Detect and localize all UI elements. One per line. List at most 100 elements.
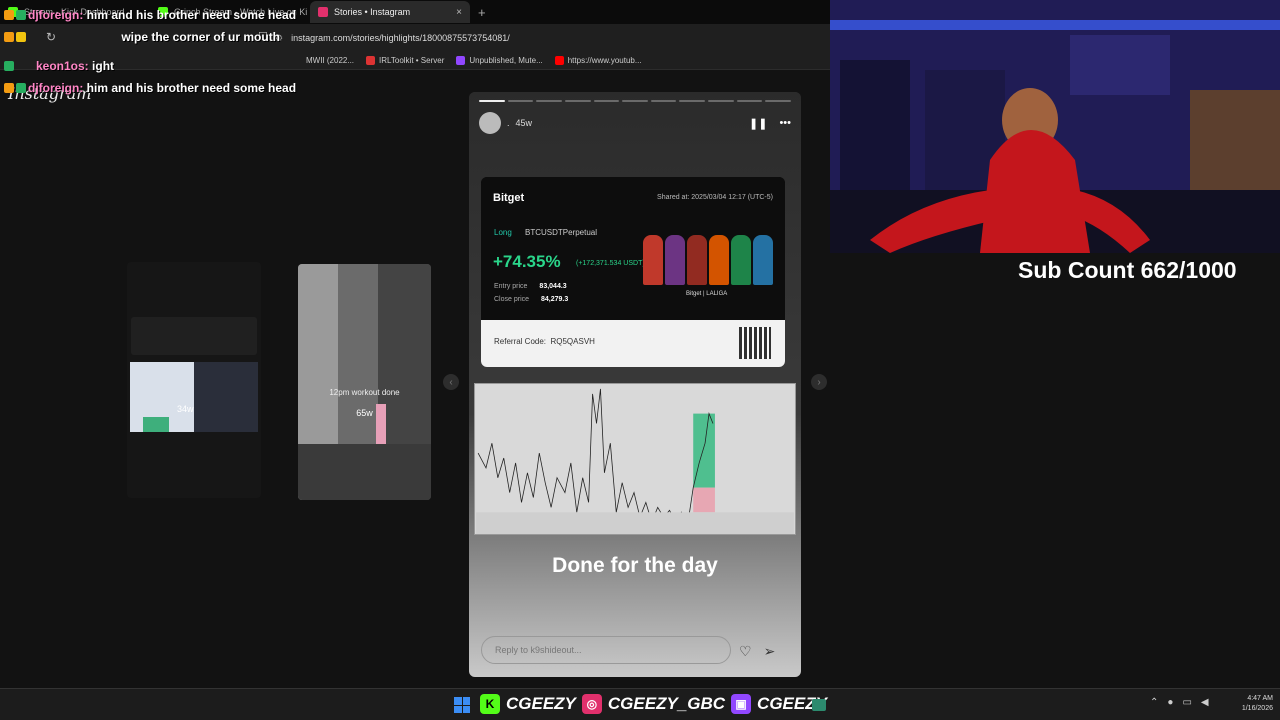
roi-percent: +74.35% bbox=[493, 252, 561, 271]
progress-segment bbox=[650, 100, 677, 102]
tweet-preview bbox=[131, 317, 257, 355]
referral-label: Referral Code: RQ5QASVH bbox=[494, 337, 595, 346]
next-story-button[interactable]: › bbox=[811, 374, 827, 390]
reply-input[interactable]: Reply to k9shideout... bbox=[481, 636, 731, 664]
microphone-icon[interactable]: ● bbox=[1167, 697, 1173, 708]
chat-text: ight bbox=[92, 59, 115, 73]
progress-segment bbox=[736, 100, 763, 102]
system-clock[interactable]: 4:47 AM 1/16/2026 bbox=[1228, 694, 1273, 714]
crown-badge-icon bbox=[4, 10, 14, 20]
app-icon[interactable] bbox=[812, 699, 826, 711]
players-graphic bbox=[643, 235, 773, 285]
chat-overlay: djforeign: him and his brother need some… bbox=[4, 7, 334, 102]
more-options-icon[interactable]: ••• bbox=[779, 117, 791, 130]
bitget-logo: Bitget bbox=[493, 192, 525, 204]
chat-message: keon1os: ight bbox=[4, 58, 334, 75]
bookmark-unpublished[interactable]: Unpublished, Mute... bbox=[450, 56, 548, 65]
tab-label: Stories • Instagram bbox=[334, 7, 411, 17]
story-viewer[interactable]: . 45w ❚❚ ••• Bitget Shared at: 2025/03/0… bbox=[469, 92, 801, 677]
system-tray: ⌃ ● ▭ ◀ bbox=[1150, 697, 1209, 708]
entry-price-label: Entry price bbox=[494, 283, 528, 290]
youtube-icon bbox=[554, 56, 564, 65]
clock-time: 4:47 AM bbox=[1247, 695, 1273, 702]
led-strip bbox=[830, 20, 1280, 30]
side-story-left[interactable]: 34w bbox=[127, 262, 261, 498]
crown-badge-icon bbox=[4, 32, 14, 42]
volume-icon[interactable]: ◀ bbox=[1201, 697, 1209, 708]
progress-segment bbox=[679, 100, 706, 102]
progress-segment bbox=[708, 100, 734, 102]
chart-footer bbox=[476, 512, 794, 534]
progress-segment bbox=[536, 100, 562, 102]
screen: Stream - Kick Dashboard Grinch Stream - … bbox=[0, 0, 1280, 720]
gym-floor bbox=[298, 444, 431, 500]
url-field[interactable]: ⚙ instagram.com/stories/highlights/18000… bbox=[275, 29, 825, 47]
instagram-handle: CGEEZY_GBC bbox=[607, 694, 726, 713]
bitget-trade-card: Bitget Shared at: 2025/03/04 12:17 (UTC-… bbox=[481, 177, 785, 367]
chart-bar-preview bbox=[143, 417, 169, 432]
story-age: 65w bbox=[356, 408, 373, 418]
social-handles: K CGEEZY ◎ CGEEZY_GBC ▣ CGEEZY bbox=[480, 694, 827, 714]
progress-segment bbox=[507, 100, 534, 102]
close-price-value: 84,279.3 bbox=[540, 296, 569, 303]
loss-zone bbox=[693, 487, 715, 513]
entry-price-value: 83,044.3 bbox=[539, 283, 567, 290]
left-shelf bbox=[840, 60, 910, 190]
bookmark-youtube[interactable]: https://www.youtub... bbox=[549, 56, 648, 65]
sub-count: Sub Count 662/1000 bbox=[1018, 257, 1237, 283]
chat-username: djforeign: bbox=[28, 81, 84, 95]
bookmark-irltoolkit[interactable]: IRLToolkit • Server bbox=[360, 56, 450, 65]
progress-segment bbox=[564, 100, 591, 102]
display-icon[interactable]: ▭ bbox=[1182, 697, 1191, 708]
close-price-label: Close price bbox=[494, 296, 530, 303]
qr-code bbox=[739, 327, 771, 359]
progress-segment bbox=[479, 100, 505, 102]
previous-story-button[interactable]: ‹ bbox=[443, 374, 459, 390]
story-age: 34w bbox=[177, 404, 194, 414]
close-price-row: Close price 84,279.3 bbox=[494, 296, 568, 303]
windows-start-icon[interactable] bbox=[454, 697, 470, 713]
progress-segment bbox=[765, 100, 792, 102]
wall-sign bbox=[1070, 35, 1170, 95]
story-caption: 12pm workout done bbox=[329, 388, 400, 397]
close-icon[interactable]: × bbox=[456, 7, 462, 18]
avatar[interactable] bbox=[479, 112, 501, 134]
tab-instagram-stories[interactable]: Stories • Instagram × bbox=[310, 1, 470, 23]
position-side: Long bbox=[494, 228, 512, 237]
bookmark-label: https://www.youtub... bbox=[567, 56, 642, 65]
chevron-up-icon[interactable]: ⌃ bbox=[1150, 697, 1158, 708]
new-tab-button[interactable]: + bbox=[470, 5, 494, 20]
progress-segment bbox=[622, 100, 648, 102]
send-icon[interactable]: ➢ bbox=[764, 643, 776, 660]
windows-taskbar: K CGEEZY ◎ CGEEZY_GBC ▣ CGEEZY ⌃ ● ▭ ◀ 4… bbox=[0, 688, 1280, 720]
chat-username: djforeign: bbox=[28, 8, 84, 22]
entry-price-row: Entry price 83,044.3 bbox=[494, 283, 567, 290]
referral-code: RQ5QASVH bbox=[550, 337, 595, 346]
pause-icon[interactable]: ❚❚ bbox=[749, 117, 767, 130]
referral-strip: Referral Code: RQ5QASVH bbox=[481, 320, 785, 367]
heart-icon[interactable]: ♡ bbox=[739, 643, 752, 660]
shared-timestamp: Shared at: 2025/03/04 12:17 (UTC-5) bbox=[657, 194, 773, 201]
kick-icon: K bbox=[480, 694, 500, 714]
trade-card-top: Bitget Shared at: 2025/03/04 12:17 (UTC-… bbox=[481, 177, 785, 320]
bookmark-label: IRLToolkit • Server bbox=[379, 56, 445, 65]
chart-bg bbox=[476, 384, 794, 534]
kick-handle: CGEEZY bbox=[506, 694, 576, 713]
trading-chart-image bbox=[474, 383, 796, 535]
bookmark-label: Unpublished, Mute... bbox=[469, 56, 543, 65]
profit-zone bbox=[693, 413, 715, 488]
trading-pair: BTCUSDTPerpetual bbox=[525, 228, 598, 237]
side-story-right[interactable]: 12pm workout done 65w bbox=[298, 264, 431, 500]
irltoolkit-icon bbox=[366, 56, 376, 65]
sub-badge-icon bbox=[16, 32, 26, 42]
clock-date: 1/16/2026 bbox=[1241, 705, 1273, 712]
right-desk-items bbox=[1190, 90, 1280, 200]
chat-message: wipe the corner of ur mouth bbox=[4, 29, 334, 46]
story-header: . 45w ❚❚ ••• bbox=[479, 112, 791, 134]
story-time: 45w bbox=[515, 118, 533, 128]
twitch-icon: ▣ bbox=[731, 694, 752, 714]
instagram-icon: ◎ bbox=[581, 694, 602, 714]
chat-text: wipe the corner of ur mouth bbox=[121, 30, 281, 44]
story-caption: Done for the day bbox=[552, 554, 718, 577]
story-progress bbox=[479, 100, 792, 102]
